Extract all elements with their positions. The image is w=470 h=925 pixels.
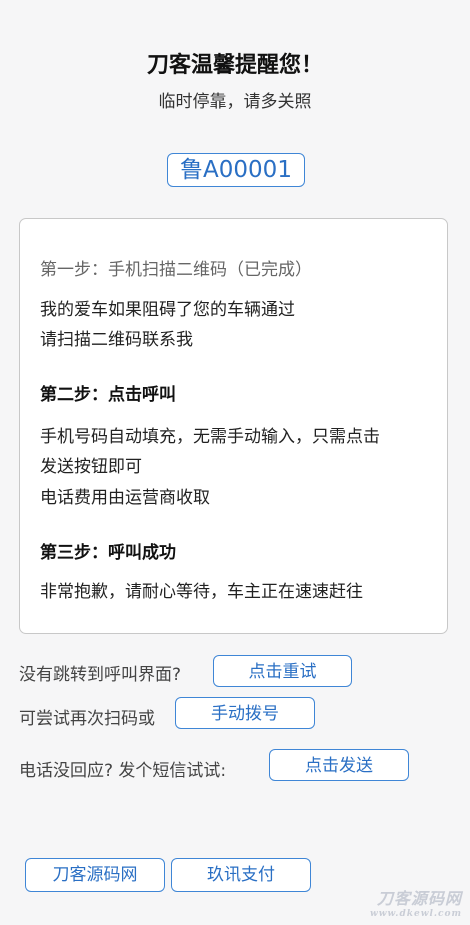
watermark-url-text: www.dkewl.com xyxy=(369,909,462,919)
source-site-button[interactable]: 刀客源码网 xyxy=(25,858,165,892)
step3-title: 第三步：呼叫成功 xyxy=(40,543,176,563)
site-watermark: 刀客源码网 www.dkewl.com xyxy=(370,885,462,919)
payment-button[interactable]: 玖讯支付 xyxy=(171,858,311,892)
step1-line2: 请扫描二维码联系我 xyxy=(40,330,193,350)
retry-button[interactable]: 点击重试 xyxy=(213,655,352,687)
sms-prompt: 电话没回应? 发个短信试试: xyxy=(19,761,227,781)
step1-title: 第一步：手机扫描二维码（已完成） xyxy=(40,260,312,280)
step2-line3: 电话费用由运营商收取 xyxy=(40,488,210,508)
license-plate-badge: 鲁A00001 xyxy=(167,153,305,187)
step2-line2: 发送按钮即可 xyxy=(40,457,142,477)
send-sms-button[interactable]: 点击发送 xyxy=(269,749,409,781)
retry-prompt: 没有跳转到呼叫界面? xyxy=(19,665,182,685)
step1-line1: 我的爱车如果阻碍了您的车辆通过 xyxy=(40,300,295,320)
manual-dial-button[interactable]: 手动拨号 xyxy=(175,697,315,729)
page-subtitle: 临时停靠，请多关照 xyxy=(158,92,312,112)
step3-line1: 非常抱歉，请耐心等待，车主正在速速赶往 xyxy=(40,582,363,602)
instructions-card: 第一步：手机扫描二维码（已完成） 我的爱车如果阻碍了您的车辆通过 请扫描二维码联… xyxy=(19,218,448,634)
step2-title: 第二步：点击呼叫 xyxy=(40,385,176,405)
step2-line1: 手机号码自动填充，无需手动输入，只需点击 xyxy=(40,427,380,447)
page-title: 刀客温馨提醒您！ xyxy=(146,53,323,78)
watermark-main-text: 刀客源码网 xyxy=(376,889,462,908)
manual-dial-prompt: 可尝试再次扫码或 xyxy=(19,709,155,729)
